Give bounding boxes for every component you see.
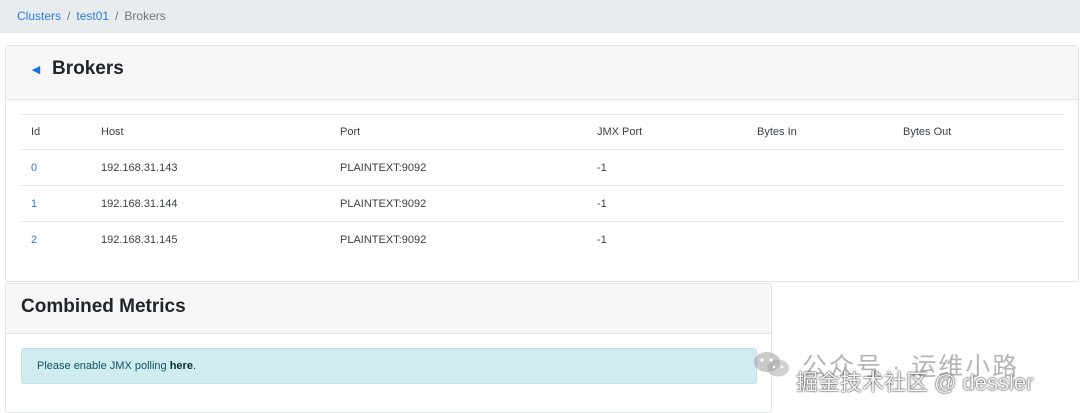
broker-bytes-out <box>893 222 1064 258</box>
broker-id-link[interactable]: 2 <box>21 222 91 258</box>
brokers-card-header: ◀ Brokers <box>6 46 1078 100</box>
broker-jmx-port: -1 <box>587 149 747 186</box>
breadcrumb-clusters-link[interactable]: Clusters <box>17 9 61 23</box>
watermark: 公众号 · 运维小路 掘金技术社区 @ dessler <box>752 345 1072 405</box>
watermark-text: 掘金技术社区 @ dessler <box>796 370 1034 395</box>
broker-bytes-out <box>893 149 1064 186</box>
broker-port: PLAINTEXT:9092 <box>340 233 427 246</box>
arrow-left-icon[interactable]: ◀ <box>30 64 42 76</box>
alert-text: Please enable JMX polling <box>37 360 170 372</box>
table-row: 0 192.168.31.143 PLAINTEXT:9092 -1 <box>21 149 1064 186</box>
breadcrumb-separator: / <box>115 9 119 23</box>
brokers-table: Id Host Port JMX Port Bytes In Bytes Out… <box>21 114 1064 258</box>
broker-id-link[interactable]: 0 <box>21 149 91 186</box>
column-header-port[interactable]: Port <box>330 114 587 150</box>
column-header-host[interactable]: Host <box>91 114 330 150</box>
broker-host: 192.168.31.144 <box>91 185 330 222</box>
broker-bytes-in <box>747 149 893 186</box>
combined-metrics-header: Combined Metrics <box>6 284 771 334</box>
broker-port: PLAINTEXT:9092 <box>330 185 587 222</box>
broker-jmx-port: -1 <box>597 233 607 246</box>
broker-bytes-in <box>747 222 893 258</box>
broker-jmx-port: -1 <box>587 185 747 222</box>
column-header-bytes-out[interactable]: Bytes Out <box>893 114 1064 150</box>
breadcrumb-separator: / <box>67 9 71 23</box>
broker-host: 192.168.31.143 <box>91 149 330 186</box>
column-header-id[interactable]: Id <box>21 114 91 150</box>
table-row: 2 192.168.31.145 PLAINTEXT:9092 -1 <box>21 222 1064 258</box>
section-title: Combined Metrics <box>21 296 186 317</box>
broker-id-link[interactable]: 1 <box>21 185 91 222</box>
table-row: 1 192.168.31.144 PLAINTEXT:9092 -1 <box>21 185 1064 222</box>
alert-text-suffix: . <box>192 360 197 372</box>
brokers-card: ◀ Brokers Id Host Port JMX Port Bytes In… <box>5 45 1079 282</box>
breadcrumb-current: Brokers <box>124 9 166 23</box>
column-header-jmx-port[interactable]: JMX Port <box>587 114 747 150</box>
breadcrumb: Clusters / test01 / Brokers <box>0 0 1080 33</box>
broker-bytes-in <box>747 185 893 222</box>
watermark-text: 公众号 · 运维小路 <box>802 353 1020 381</box>
broker-host: 192.168.31.145 <box>101 233 178 246</box>
combined-metrics-card: Combined Metrics Please enable JMX polli… <box>5 283 772 413</box>
enable-jmx-link[interactable]: here <box>170 360 193 372</box>
page-title: Brokers <box>52 58 124 79</box>
broker-port: PLAINTEXT:9092 <box>330 149 587 186</box>
jmx-info-alert: Please enable JMX polling here. <box>21 348 757 384</box>
table-header-row: Id Host Port JMX Port Bytes In Bytes Out <box>21 114 1064 150</box>
column-header-bytes-in[interactable]: Bytes In <box>747 114 893 150</box>
breadcrumb-cluster-link[interactable]: test01 <box>76 9 109 23</box>
broker-bytes-out <box>893 185 1064 222</box>
